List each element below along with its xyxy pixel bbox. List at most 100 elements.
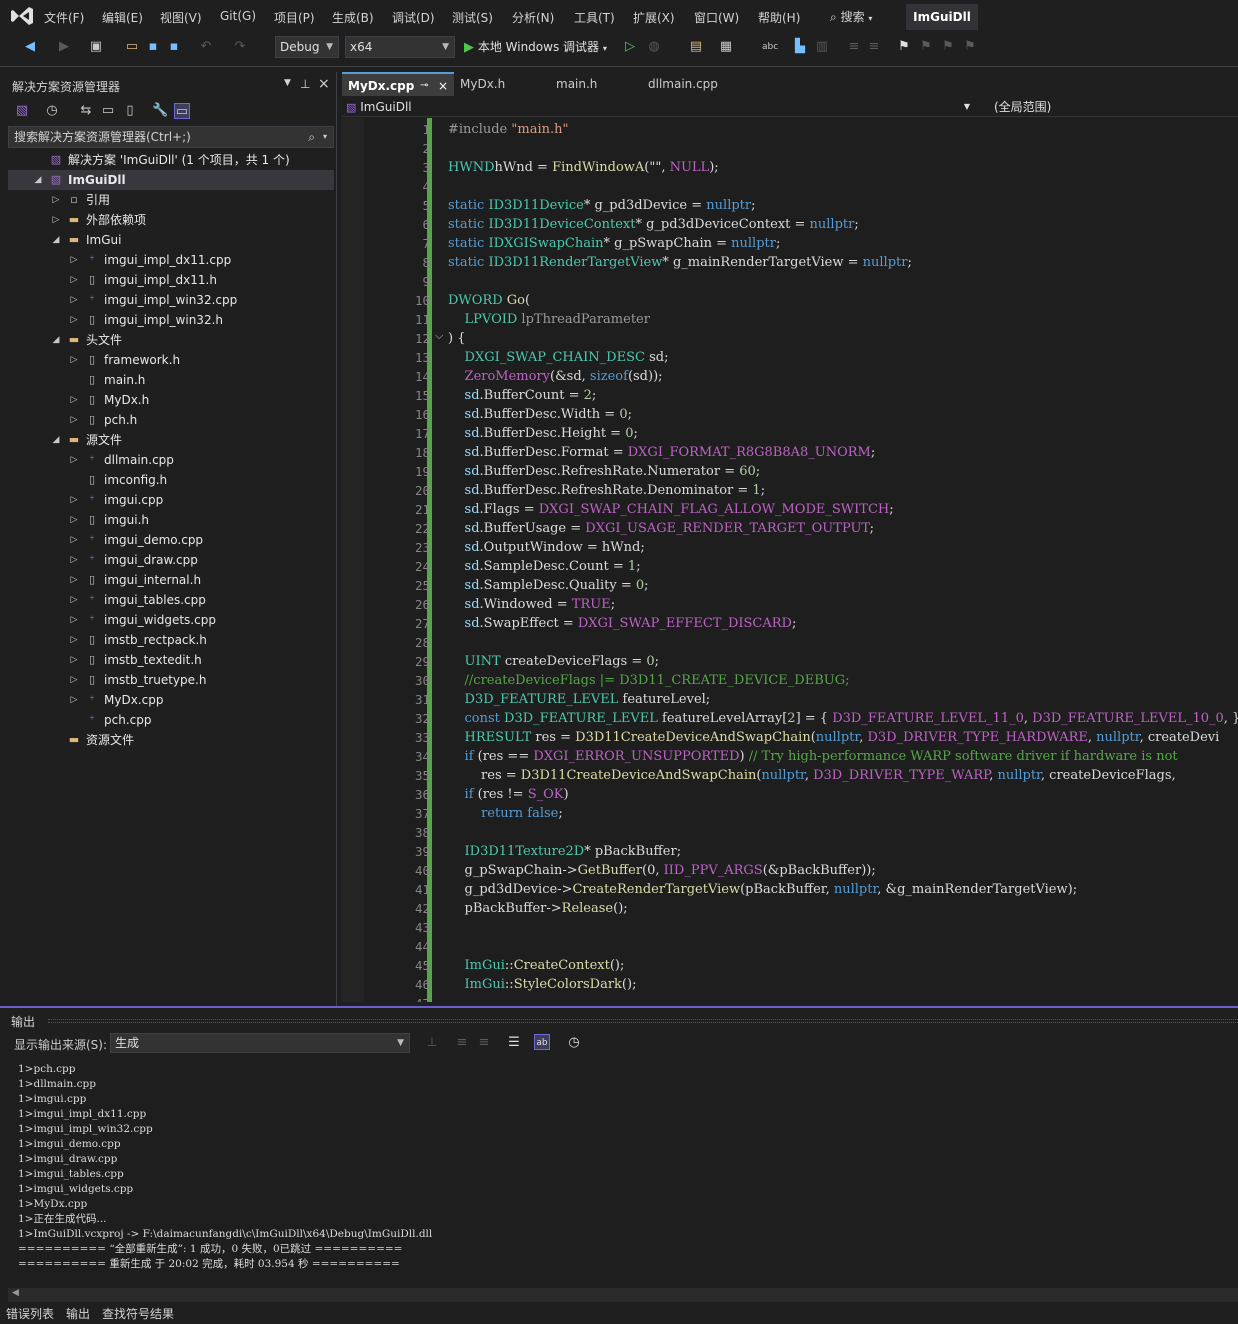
save-icon[interactable]: ▪ [145, 39, 161, 55]
tree-item[interactable]: ▷ ▯ imgui_impl_win32.h [8, 310, 334, 330]
timestamp-icon[interactable]: ◷ [566, 1035, 582, 1051]
code-line[interactable]: sd.OutputWindow = hWnd; [448, 538, 645, 557]
code-line[interactable]: res = D3D11CreateDeviceAndSwapChain(null… [448, 766, 1176, 785]
output-source-select[interactable]: 生成 ▼ [110, 1033, 410, 1053]
code-line[interactable]: static ID3D11RenderTargetView* g_mainRen… [448, 253, 912, 272]
expand-arrow-icon[interactable]: ▷ [68, 590, 80, 610]
expand-arrow-icon[interactable]: ▷ [68, 690, 80, 710]
code-line[interactable]: static IDXGISwapChain* g_pSwapChain = nu… [448, 234, 780, 253]
output-text[interactable]: 1>pch.cpp 1>dllmain.cpp 1>imgui.cpp 1>imgui… [8, 1056, 1238, 1288]
collapse-arrow-icon[interactable]: ◢ [50, 430, 62, 450]
menu-test[interactable]: 测试(S) [452, 9, 493, 26]
tab-main-h[interactable]: main.h [550, 72, 642, 96]
tree-item[interactable]: ▷ ▯ imstb_rectpack.h [8, 630, 334, 650]
code-line[interactable]: #include "main.h" [448, 120, 568, 139]
menu-debug[interactable]: 调试(D) [392, 9, 435, 26]
horizontal-scrollbar[interactable]: ◀ [8, 1288, 1238, 1302]
code-line[interactable]: if (res != S_OK) [448, 785, 569, 804]
navigate-back-icon[interactable]: ◀ [22, 39, 38, 55]
collapse-all-icon[interactable]: ▭ [100, 103, 116, 119]
code-line[interactable]: static ID3D11DeviceContext* g_pd3dDevice… [448, 215, 859, 234]
close-icon[interactable]: × [438, 74, 448, 98]
code-line[interactable]: ImGui::StyleColorsDark(); [448, 975, 637, 994]
expand-arrow-icon[interactable]: ▷ [68, 510, 80, 530]
tree-item[interactable]: ▷ ▯ pch.h [8, 410, 334, 430]
spell-check-icon[interactable]: abc [762, 39, 778, 55]
tree-item[interactable]: ▷ ▯ imstb_textedit.h [8, 650, 334, 670]
bookmark-icon[interactable]: ⚑ [896, 39, 912, 55]
expand-arrow-icon[interactable]: ▷ [68, 410, 80, 430]
code-line[interactable]: sd.BufferDesc.RefreshRate.Numerator = 60… [448, 462, 761, 481]
expand-arrow-icon[interactable]: ▷ [68, 670, 80, 690]
code-line[interactable]: LPVOID lpThreadParameter [448, 310, 650, 329]
menu-extensions[interactable]: 扩展(X) [633, 9, 675, 26]
pin-icon[interactable]: ⊥ [300, 77, 310, 91]
tree-item[interactable]: ▷ ⁺ MyDx.cpp [8, 690, 334, 710]
code-line[interactable]: g_pd3dDevice->CreateRenderTargetView(pBa… [448, 880, 1078, 899]
code-line[interactable]: sd.BufferDesc.Format = DXGI_FORMAT_R8G8B… [448, 443, 876, 462]
tree-item[interactable]: ▷ ⁺ dllmain.cpp [8, 450, 334, 470]
open-file-icon[interactable]: ▭ [124, 39, 140, 55]
tab-output[interactable]: 输出 [66, 1305, 90, 1322]
tree-item[interactable]: ◢ ▬ ImGui [8, 230, 334, 250]
tab-mydx-h[interactable]: MyDx.h [454, 72, 550, 96]
step-icon[interactable]: ▙ [792, 39, 808, 55]
code-line[interactable]: sd.BufferDesc.Height = 0; [448, 424, 638, 443]
close-icon[interactable]: × [318, 76, 330, 92]
switch-views-icon[interactable]: ▧ [14, 103, 30, 119]
tree-item[interactable]: ▷ ⁺ imgui.cpp [8, 490, 334, 510]
code-line[interactable]: DWORD Go( [448, 291, 530, 310]
expand-arrow-icon[interactable]: ▷ [68, 530, 80, 550]
code-line[interactable]: UINT createDeviceFlags = 0; [448, 652, 659, 671]
properties-icon[interactable]: 🔧 [152, 103, 168, 119]
show-all-files-icon[interactable]: ▯ [122, 103, 138, 119]
find-message-icon[interactable]: ⊥ [424, 1035, 440, 1051]
expand-arrow-icon[interactable]: ▷ [68, 650, 80, 670]
prev-message-icon[interactable]: ≡ [454, 1035, 470, 1051]
tree-item[interactable]: ▷ ⁺ imgui_impl_win32.cpp [8, 290, 334, 310]
tree-item[interactable]: ▷ ▯ imgui_internal.h [8, 570, 334, 590]
tab-dllmain-cpp[interactable]: dllmain.cpp [642, 72, 760, 96]
code-line[interactable]: g_pSwapChain->GetBuffer(0, IID_PPV_ARGS(… [448, 861, 876, 880]
code-line[interactable]: D3D_FEATURE_LEVEL featureLevel; [448, 690, 711, 709]
scroll-left-icon[interactable]: ◀ [12, 1288, 19, 1298]
platform-select[interactable]: x64 ▼ [345, 36, 455, 58]
tree-item[interactable]: ◢ ▬ 源文件 [8, 430, 334, 450]
code-line[interactable]: const D3D_FEATURE_LEVEL featureLevelArra… [448, 709, 1238, 728]
code-line[interactable]: if (res == DXGI_ERROR_UNSUPPORTED) // Tr… [448, 747, 1178, 766]
tree-item[interactable]: ▷ ⁺ imgui_tables.cpp [8, 590, 334, 610]
undo-icon[interactable]: ↶ [198, 39, 214, 55]
expand-arrow-icon[interactable]: ▷ [68, 490, 80, 510]
breakpoint-margin[interactable] [342, 118, 364, 1002]
code-line[interactable]: sd.BufferUsage = DXGI_USAGE_RENDER_TARGE… [448, 519, 874, 538]
start-debugging-button[interactable]: ▶ 本地 Windows 调试器 ▾ [464, 38, 607, 55]
expand-arrow-icon[interactable]: ▷ [50, 210, 62, 230]
configuration-select[interactable]: Debug ▼ [275, 36, 339, 58]
tree-item[interactable]: ▷ ▯ imgui.h [8, 510, 334, 530]
expand-arrow-icon[interactable]: ▷ [68, 550, 80, 570]
code-editor[interactable]: 1 #include "main.h" 2 3 HWNDhWnd = FindWindo… [342, 118, 1238, 1002]
menu-git[interactable]: Git(G) [220, 9, 256, 23]
menu-project[interactable]: 项目(P) [274, 9, 315, 26]
menu-view[interactable]: 视图(V) [160, 9, 202, 26]
code-line[interactable]: sd.BufferCount = 2; [448, 386, 597, 405]
new-project-icon[interactable]: ▣ [88, 39, 104, 55]
expand-arrow-icon[interactable]: ▷ [68, 570, 80, 590]
code-line[interactable]: sd.SampleDesc.Count = 1; [448, 557, 641, 576]
panel-splitter[interactable] [336, 72, 337, 1006]
tree-item[interactable]: ▷ ▯ MyDx.h [8, 390, 334, 410]
code-line[interactable]: pBackBuffer->Release(); [448, 899, 628, 918]
code-line[interactable]: HRESULT res = D3D11CreateDeviceAndSwapCh… [448, 728, 1220, 747]
chevron-down-icon[interactable]: ▾ [323, 127, 327, 147]
tree-item[interactable]: ◢ ▬ 头文件 [8, 330, 334, 350]
tree-item[interactable]: ◢ ▧ ImGuiDll [8, 170, 334, 190]
collapse-arrow-icon[interactable]: ◢ [32, 170, 44, 190]
menu-analyze[interactable]: 分析(N) [512, 9, 554, 26]
menu-tools[interactable]: 工具(T) [574, 9, 615, 26]
code-line[interactable]: static ID3D11Device* g_pd3dDevice = null… [448, 196, 756, 215]
expand-arrow-icon[interactable]: ▷ [68, 290, 80, 310]
comment-icon[interactable]: ▥ [814, 39, 830, 55]
expand-arrow-icon[interactable]: ▷ [68, 450, 80, 470]
save-all-icon[interactable]: ▪ [166, 39, 182, 55]
menu-file[interactable]: 文件(F) [44, 9, 84, 26]
